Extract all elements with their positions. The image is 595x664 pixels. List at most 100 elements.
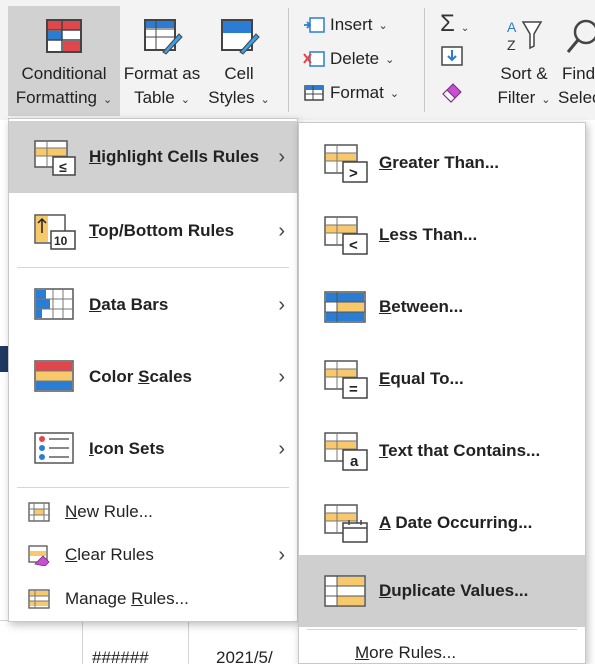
top-bottom-icon: 10 <box>34 214 76 250</box>
conditional-formatting-icon <box>46 19 82 53</box>
gridline <box>82 620 83 664</box>
submenu-item-text-contains[interactable]: a Text that Contains... <box>299 415 585 487</box>
svg-text:Z: Z <box>507 37 516 53</box>
submenu-item-label: Between... <box>379 297 464 316</box>
format-button[interactable]: Format ⌄ <box>302 80 399 106</box>
chevron-right-icon: › <box>278 437 285 460</box>
format-as-table-label-1: Format as <box>123 64 201 83</box>
highlight-cells-icon: ≤ <box>34 140 76 176</box>
format-as-table-icon <box>144 19 183 55</box>
conditional-formatting-menu: ≤ Highlight Cells Rules › 10 Top/Bottom … <box>8 118 298 622</box>
magnifier-icon <box>566 19 595 53</box>
conditional-formatting-label-2: Formatting ⌄ <box>15 88 113 107</box>
new-rule-icon <box>28 502 50 522</box>
chevron-down-icon: ⌄ <box>180 94 190 106</box>
menu-separator <box>307 629 577 630</box>
ribbon-separator <box>288 8 289 112</box>
chevron-down-icon: ⌄ <box>385 53 395 66</box>
date-occurring-icon <box>324 504 368 543</box>
menu-item-manage-rules[interactable]: Manage Rules... <box>9 577 297 621</box>
gridline <box>188 620 189 664</box>
insert-label: Insert <box>330 15 373 34</box>
equal-to-icon: = <box>324 360 368 399</box>
insert-button[interactable]: Insert ⌄ <box>302 12 388 38</box>
svg-text:<: < <box>349 237 358 254</box>
chevron-down-icon: ⌄ <box>460 23 470 34</box>
sheet-cell[interactable]: 2021/5/ <box>216 648 273 664</box>
menu-item-label: Clear Rules <box>65 545 154 564</box>
sort-filter-label-2: Filter ⌄ <box>497 88 551 107</box>
gridline <box>0 346 8 372</box>
cell-styles-button[interactable]: Cell Styles ⌄ <box>204 6 274 116</box>
submenu-item-label: A Date Occurring... <box>379 513 533 532</box>
menu-item-new-rule[interactable]: New Rule... <box>9 491 297 533</box>
format-as-table-label-2: Table ⌄ <box>134 88 190 107</box>
menu-item-color-scales[interactable]: Color Scales › <box>9 341 297 413</box>
autosum-button[interactable]: Σ ⌄ <box>440 10 470 37</box>
sheet-cell[interactable]: ###### <box>92 648 149 664</box>
svg-text:>: > <box>349 165 358 182</box>
submenu-item-label: Text that Contains... <box>379 441 541 460</box>
cell-styles-label-1: Cell <box>224 64 254 83</box>
menu-item-label: New Rule... <box>65 502 153 521</box>
delete-label: Delete <box>330 49 380 68</box>
color-scales-icon <box>34 360 74 392</box>
cell-styles-icon <box>221 19 260 55</box>
greater-than-icon: > <box>324 144 368 183</box>
menu-item-label: Color Scales <box>89 367 192 386</box>
ribbon: Conditional Formatting ⌄ Format as Table ⌄… <box>0 0 595 120</box>
clear-eraser-icon[interactable] <box>440 78 468 104</box>
menu-item-data-bars[interactable]: Data Bars › <box>9 269 297 341</box>
submenu-item-duplicate-values[interactable]: Duplicate Values... <box>299 555 585 627</box>
conditional-formatting-label-1: Conditional <box>21 64 107 83</box>
menu-item-top-bottom-rules[interactable]: 10 Top/Bottom Rules › <box>9 195 297 267</box>
submenu-item-label: Greater Than... <box>379 153 499 172</box>
menu-item-label: Top/Bottom Rules <box>89 221 235 240</box>
menu-item-highlight-cells-rules[interactable]: ≤ Highlight Cells Rules › <box>9 121 297 193</box>
find-select-label-2: Selec <box>558 88 595 107</box>
chevron-right-icon: › <box>278 543 285 566</box>
menu-item-clear-rules[interactable]: Clear Rules › <box>9 533 297 577</box>
delete-button[interactable]: Delete ⌄ <box>302 46 394 72</box>
conditional-formatting-button[interactable]: Conditional Formatting ⌄ <box>8 6 120 116</box>
svg-text:a: a <box>350 453 359 470</box>
menu-item-label: Data Bars <box>89 295 169 314</box>
svg-text:10: 10 <box>54 234 68 248</box>
chevron-right-icon: › <box>278 145 285 168</box>
menu-separator <box>17 487 289 488</box>
submenu-item-equal-to[interactable]: = Equal To... <box>299 343 585 415</box>
svg-text:A: A <box>507 19 517 35</box>
submenu-item-label: Duplicate Values... <box>379 581 529 600</box>
text-contains-icon: a <box>324 432 368 471</box>
format-label: Format <box>330 83 384 102</box>
chevron-down-icon: ⌄ <box>260 94 270 106</box>
data-bars-icon <box>34 288 74 320</box>
highlight-cells-rules-submenu: > Greater Than... < Less Than... Between… <box>298 122 586 664</box>
format-as-table-button[interactable]: Format as Table ⌄ <box>120 6 204 116</box>
ribbon-separator <box>424 8 425 112</box>
chevron-down-icon: ⌄ <box>378 19 388 32</box>
menu-separator <box>17 267 289 268</box>
submenu-item-label: Equal To... <box>379 369 464 388</box>
format-cells-icon <box>304 85 324 101</box>
submenu-item-greater-than[interactable]: > Greater Than... <box>299 127 585 199</box>
submenu-item-less-than[interactable]: < Less Than... <box>299 199 585 271</box>
find-select-button[interactable]: Find Selec <box>556 6 595 116</box>
chevron-right-icon: › <box>278 365 285 388</box>
menu-item-label: Manage Rules... <box>65 589 189 608</box>
submenu-item-label: More Rules... <box>355 643 457 662</box>
submenu-item-more-rules[interactable]: More Rules... <box>299 633 585 664</box>
fill-icon[interactable] <box>440 44 468 70</box>
chevron-right-icon: › <box>278 293 285 316</box>
duplicate-values-icon <box>324 575 366 607</box>
chevron-right-icon: › <box>278 219 285 242</box>
chevron-down-icon: ⌄ <box>541 94 551 106</box>
menu-item-icon-sets[interactable]: Icon Sets › <box>9 413 297 485</box>
submenu-item-date-occurring[interactable]: A Date Occurring... <box>299 487 585 559</box>
sort-filter-label-1: Sort & <box>500 64 548 83</box>
between-icon <box>324 291 366 323</box>
submenu-item-between[interactable]: Between... <box>299 271 585 343</box>
sort-filter-button[interactable]: A Z Sort & Filter ⌄ <box>492 6 556 116</box>
svg-text:≤: ≤ <box>59 159 67 175</box>
svg-text:=: = <box>349 381 358 398</box>
